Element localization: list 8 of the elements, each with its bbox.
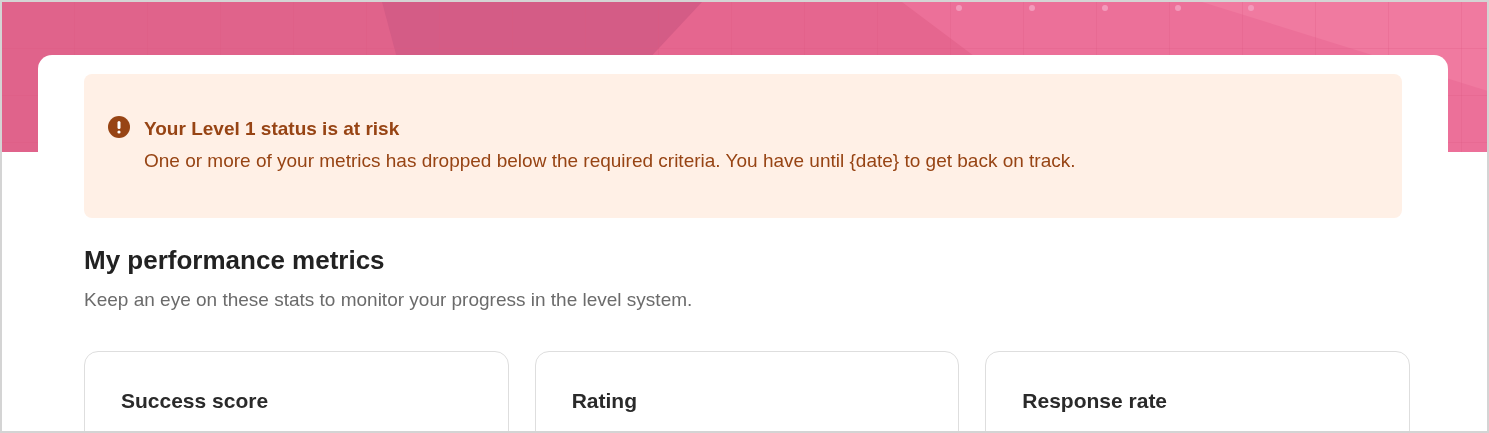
section-title: My performance metrics — [84, 244, 386, 276]
warning-icon — [108, 116, 130, 138]
alert-title: Your Level 1 status is at risk — [144, 117, 401, 141]
section-subtitle: Keep an eye on these stats to monitor your progress in the level system. — [84, 288, 694, 312]
metric-title: Response rate — [1022, 388, 1169, 414]
alert-message: One or more of your metrics has dropped below the required criteria. You have until {date} to get back on track. — [144, 149, 1076, 173]
metric-title: Rating — [571, 388, 638, 414]
metric-title: Success score — [121, 388, 270, 414]
